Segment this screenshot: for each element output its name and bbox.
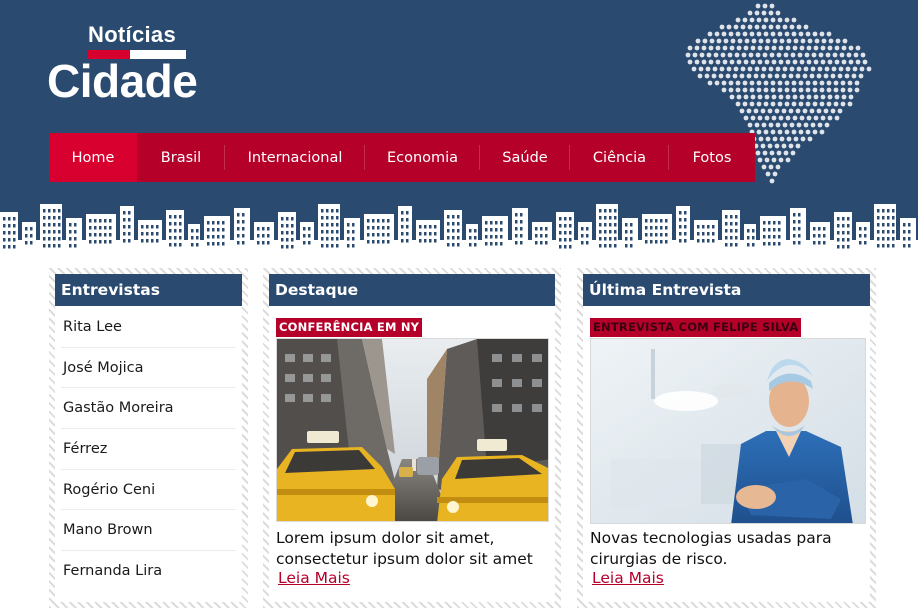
featured-photo[interactable]: [276, 338, 549, 522]
list-item[interactable]: Gastão Moreira: [61, 388, 236, 430]
latest-interview-caption: Novas tecnologias usadas para cirurgias …: [590, 529, 832, 568]
nav-item-economia[interactable]: Economia: [365, 133, 480, 182]
list-item[interactable]: Rogério Ceni: [61, 470, 236, 511]
featured-caption: Lorem ipsum dolor sit amet, consectetur …: [276, 529, 533, 568]
list-item[interactable]: Fernanda Lira: [61, 551, 236, 592]
interviews-list: Rita Lee José Mojica Gastão Moreira Férr…: [55, 306, 242, 592]
list-item[interactable]: Mano Brown: [61, 510, 236, 552]
new-york-street-image: [277, 339, 548, 521]
latest-interview-title: Última Entrevista: [583, 274, 870, 306]
list-item[interactable]: Férrez: [61, 429, 236, 470]
latest-interview-photo[interactable]: [590, 338, 866, 524]
site-header: Notícias Cidade Home Brasil Internaciona…: [0, 0, 918, 252]
surgeon-image: [591, 339, 865, 523]
logo-top-text[interactable]: Notícias: [88, 22, 176, 48]
latest-interview-tag[interactable]: ENTREVISTA COM FELIPE SILVA: [590, 318, 802, 337]
featured-panel: Destaque CONFERÊNCIA EM NY Lorem ipsum d…: [263, 268, 561, 608]
logo-main-text[interactable]: Cidade: [47, 56, 198, 106]
list-item[interactable]: Rita Lee: [61, 307, 236, 348]
featured-tag[interactable]: CONFERÊNCIA EM NY: [276, 318, 423, 337]
list-item[interactable]: José Mojica: [61, 348, 236, 389]
nav-item-home[interactable]: Home: [49, 133, 137, 182]
latest-interview-read-more-link[interactable]: Leia Mais: [592, 569, 664, 587]
interviews-title: Entrevistas: [55, 274, 242, 306]
nav-item-brasil[interactable]: Brasil: [137, 133, 225, 182]
nav-item-saude[interactable]: Saúde: [480, 133, 570, 182]
main-nav: Home Brasil Internacional Economia Saúde…: [49, 133, 755, 182]
latest-interview-panel: Última Entrevista ENTREVISTA COM FELIPE …: [577, 268, 876, 608]
nav-item-fotos[interactable]: Fotos: [669, 133, 755, 182]
featured-title: Destaque: [269, 274, 555, 306]
city-skyline-illustration: [0, 204, 918, 252]
nav-item-ciencia[interactable]: Ciência: [570, 133, 669, 182]
featured-read-more-link[interactable]: Leia Mais: [278, 569, 350, 587]
nav-item-internacional[interactable]: Internacional: [225, 133, 365, 182]
interviews-panel: Entrevistas Rita Lee José Mojica Gastão …: [49, 268, 248, 608]
